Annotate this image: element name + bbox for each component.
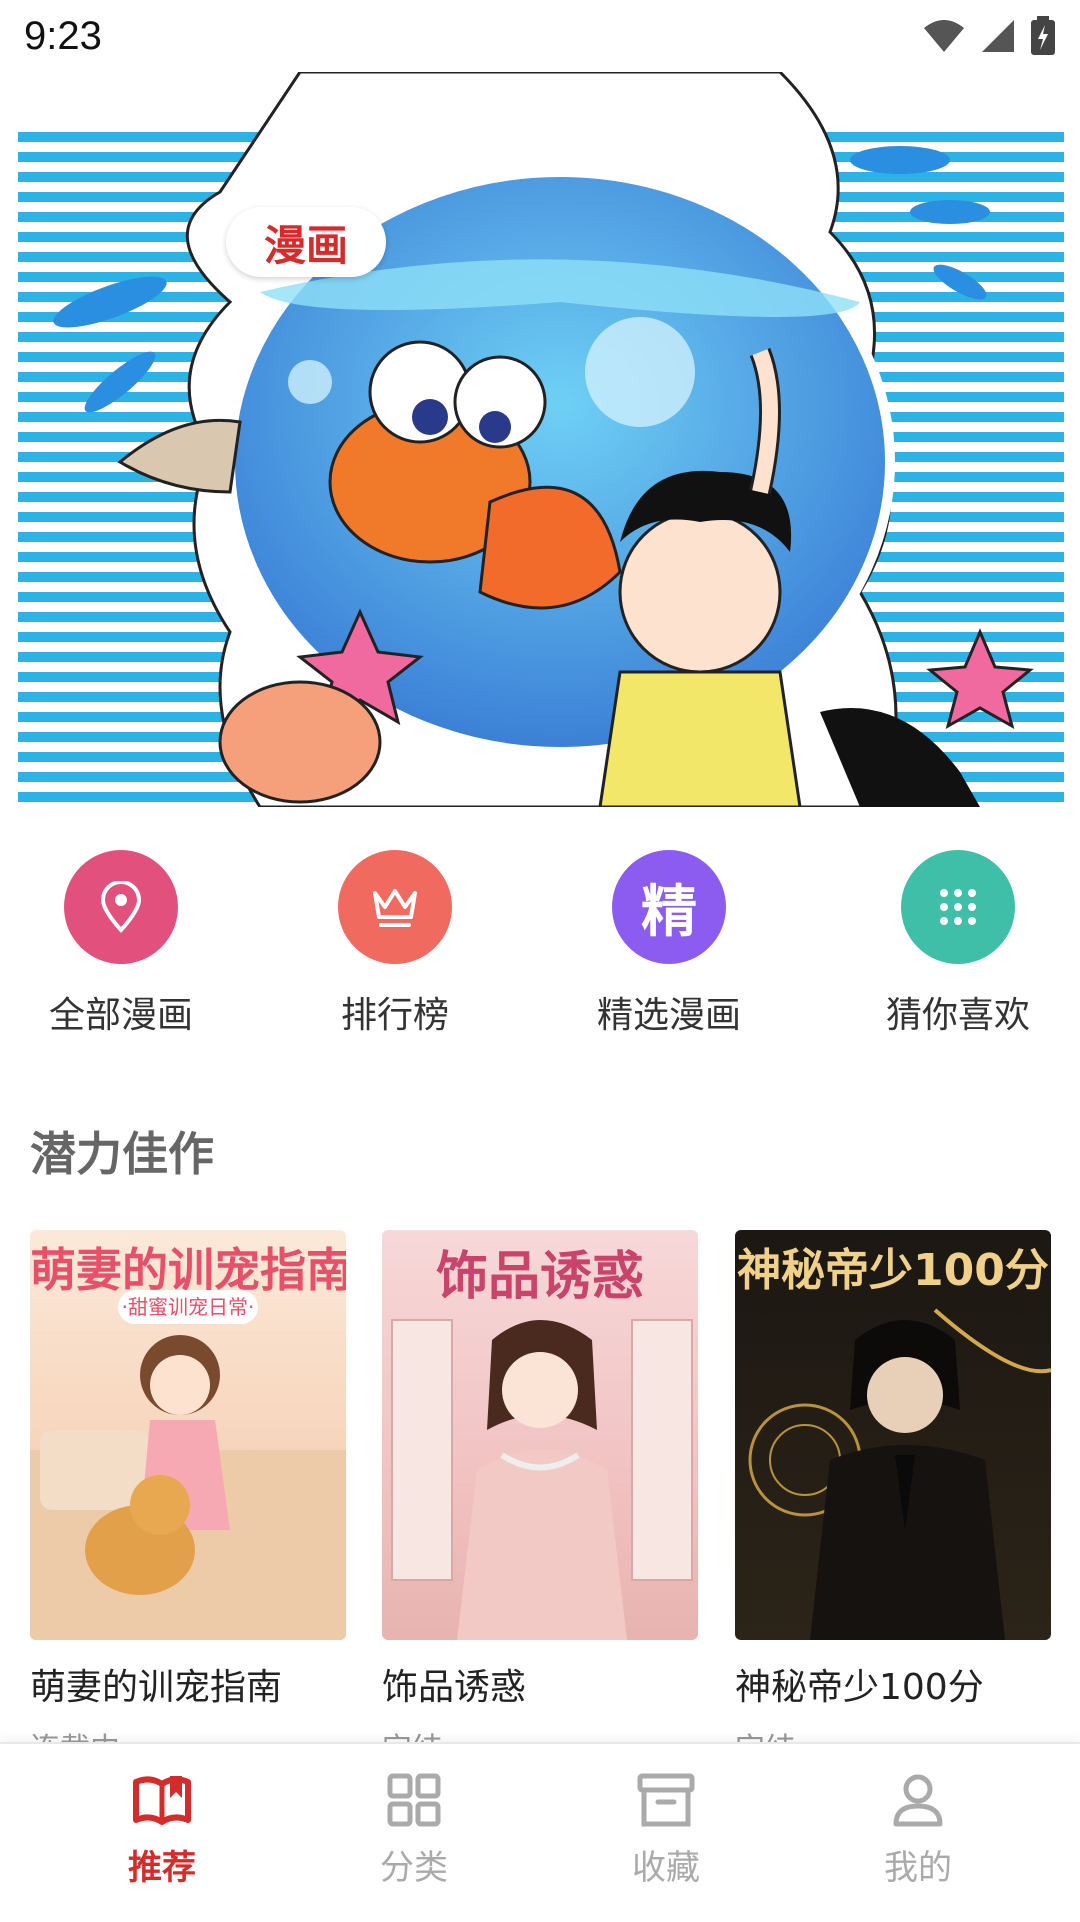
grid-dots-icon [901, 850, 1015, 964]
comic-title: 神秘帝少100分 [735, 1667, 984, 1708]
quick-nav-label: 全部漫画 [48, 995, 193, 1036]
tab-category[interactable]: 分类 [334, 1772, 494, 1902]
wifi-icon [924, 20, 964, 52]
tab-label: 分类 [380, 1848, 448, 1888]
comic-title: 萌妻的训宠指南 [30, 1667, 283, 1708]
archive-box-icon [637, 1773, 695, 1827]
status-bar: 9:23 [0, 0, 1080, 72]
quick-nav-ranking[interactable]: 排行榜 [285, 850, 505, 1040]
tab-label: 推荐 [128, 1848, 196, 1888]
jing-character-icon: 精 [612, 850, 726, 964]
tab-profile[interactable]: 我的 [838, 1772, 998, 1902]
banner-illustration [0, 72, 1080, 807]
bottom-tab-bar: 推荐 分类 收藏 我的 [0, 1742, 1080, 1922]
quick-nav-label: 排行榜 [340, 995, 449, 1036]
comic-card[interactable]: 饰品诱惑 饰品诱惑 完结 [382, 1230, 698, 1754]
quick-nav-guess-you-like[interactable]: 猜你喜欢 [848, 850, 1068, 1040]
quick-nav-featured[interactable]: 精 精选漫画 [559, 850, 779, 1040]
battery-icon [1031, 16, 1055, 55]
comic-cover[interactable]: 饰品诱惑 [382, 1230, 698, 1640]
comic-card[interactable]: 萌妻的训宠指南 ·甜蜜训宠日常· 萌妻的训宠指南 连载中 [30, 1230, 346, 1754]
quick-nav-all-comics[interactable]: 全部漫画 [11, 850, 231, 1040]
grid-icon [387, 1773, 441, 1827]
status-icons [922, 16, 1056, 56]
signal-icon [982, 20, 1014, 52]
comic-card-list: 萌妻的训宠指南 ·甜蜜训宠日常· 萌妻的训宠指南 连载中 饰品诱惑 [0, 1230, 1080, 1754]
tab-favorites[interactable]: 收藏 [586, 1772, 746, 1902]
location-pin-icon [64, 850, 178, 964]
status-time: 9:23 [24, 13, 102, 58]
tab-label: 我的 [884, 1848, 952, 1888]
tab-label: 收藏 [632, 1848, 700, 1888]
quick-nav-label: 精选漫画 [596, 995, 741, 1036]
banner-tag: 漫画 [226, 207, 386, 277]
quick-nav: 全部漫画 排行榜 精 精选漫画 猜你喜欢 [0, 850, 1080, 1040]
crown-icon [338, 850, 452, 964]
comic-card[interactable]: 神秘帝少100分 神秘帝少100分 完结 [735, 1230, 1051, 1754]
person-icon [893, 1774, 943, 1827]
comic-title: 饰品诱惑 [382, 1667, 527, 1708]
section-title: 潜力佳作 [30, 1127, 214, 1181]
quick-nav-label: 猜你喜欢 [885, 995, 1030, 1036]
banner-carousel[interactable]: 漫画 [0, 72, 1080, 807]
comic-cover[interactable]: 神秘帝少100分 [735, 1230, 1051, 1640]
comic-cover[interactable]: 萌妻的训宠指南 ·甜蜜训宠日常· [30, 1230, 346, 1640]
open-book-icon [133, 1776, 191, 1825]
tab-recommend[interactable]: 推荐 [82, 1772, 242, 1902]
